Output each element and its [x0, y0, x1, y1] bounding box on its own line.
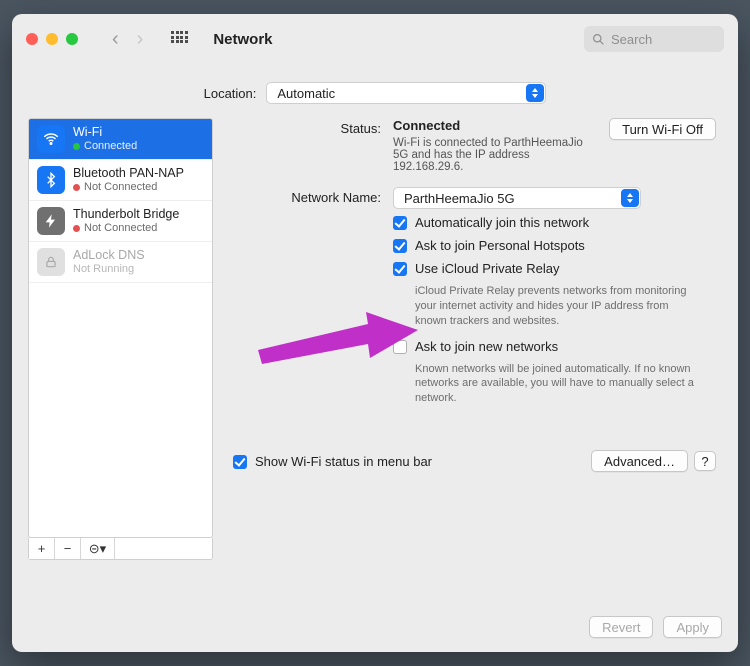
lock-icon	[37, 248, 65, 276]
advanced-button[interactable]: Advanced…	[591, 450, 688, 472]
thunderbolt-icon	[37, 207, 65, 235]
sidebar-item-label: Wi-Fi	[73, 125, 137, 139]
autojoin-checkbox[interactable]	[393, 216, 407, 230]
service-list-footer: + − ⊝▾	[28, 538, 213, 560]
status-dot-icon	[73, 143, 80, 150]
bluetooth-icon	[37, 166, 65, 194]
back-button[interactable]: ‹	[112, 28, 119, 51]
chevron-updown-icon	[621, 189, 639, 207]
private-relay-checkbox[interactable]	[393, 262, 407, 276]
preferences-window: ‹ › Network Search Location: Automatic	[12, 14, 738, 652]
ask-new-label: Ask to join new networks	[415, 339, 558, 354]
window-title: Network	[213, 31, 272, 48]
service-actions-button[interactable]: ⊝▾	[81, 538, 115, 559]
turn-wifi-off-button[interactable]: Turn Wi-Fi Off	[609, 118, 716, 140]
location-row: Location: Automatic	[12, 64, 738, 118]
network-name-label: Network Name:	[233, 187, 393, 205]
sidebar-item-label: Thunderbolt Bridge	[73, 207, 179, 221]
wifi-icon	[37, 125, 65, 153]
search-input[interactable]: Search	[584, 26, 724, 52]
sidebar-item-bluetooth[interactable]: Bluetooth PAN-NAP Not Connected	[29, 160, 212, 201]
service-sidebar: Wi-Fi Connected Bluetooth PAN-NAP Not Co…	[28, 118, 213, 590]
show-menubar-label: Show Wi-Fi status in menu bar	[255, 454, 432, 469]
apply-button[interactable]: Apply	[663, 616, 722, 638]
private-relay-label: Use iCloud Private Relay	[415, 261, 560, 276]
sidebar-item-label: AdLock DNS	[73, 248, 145, 262]
network-name-select[interactable]: ParthHeemaJio 5G	[393, 187, 641, 209]
minimize-icon[interactable]	[46, 33, 58, 45]
hotspot-checkbox[interactable]	[393, 239, 407, 253]
add-service-button[interactable]: +	[29, 538, 55, 559]
titlebar: ‹ › Network Search	[12, 14, 738, 64]
nav-arrows: ‹ ›	[112, 28, 143, 51]
service-list: Wi-Fi Connected Bluetooth PAN-NAP Not Co…	[28, 118, 213, 538]
forward-button[interactable]: ›	[137, 28, 144, 51]
help-button[interactable]: ?	[694, 451, 716, 471]
ask-new-description: Known networks will be joined automatica…	[415, 362, 695, 407]
ask-new-checkbox[interactable]	[393, 340, 407, 354]
show-all-icon[interactable]	[171, 31, 187, 47]
search-placeholder: Search	[611, 32, 652, 47]
search-icon	[592, 33, 605, 46]
location-select[interactable]: Automatic	[266, 82, 546, 104]
autojoin-label: Automatically join this network	[415, 215, 589, 230]
revert-button[interactable]: Revert	[589, 616, 653, 638]
status-dot-icon	[73, 225, 80, 232]
close-icon[interactable]	[26, 33, 38, 45]
location-label: Location:	[204, 86, 257, 101]
sidebar-item-thunderbolt[interactable]: Thunderbolt Bridge Not Connected	[29, 201, 212, 242]
sidebar-item-adlock[interactable]: AdLock DNS Not Running	[29, 242, 212, 283]
status-label: Status:	[233, 118, 393, 136]
sidebar-item-label: Bluetooth PAN-NAP	[73, 166, 184, 180]
hotspot-label: Ask to join Personal Hotspots	[415, 238, 585, 253]
status-description: Wi-Fi is connected to ParthHeemaJio 5G a…	[393, 137, 597, 173]
chevron-updown-icon	[526, 84, 544, 102]
sidebar-item-wifi[interactable]: Wi-Fi Connected	[29, 119, 212, 160]
show-menubar-checkbox[interactable]	[233, 455, 247, 469]
traffic-lights	[26, 33, 78, 45]
status-dot-icon	[73, 184, 80, 191]
remove-service-button[interactable]: −	[55, 538, 81, 559]
location-value: Automatic	[277, 86, 335, 101]
details-pane: Status: Connected Wi-Fi is connected to …	[227, 118, 722, 590]
status-value: Connected	[393, 118, 597, 133]
network-name-value: ParthHeemaJio 5G	[404, 191, 515, 206]
zoom-icon[interactable]	[66, 33, 78, 45]
private-relay-description: iCloud Private Relay prevents networks f…	[415, 284, 695, 329]
action-row: Revert Apply	[12, 604, 738, 652]
